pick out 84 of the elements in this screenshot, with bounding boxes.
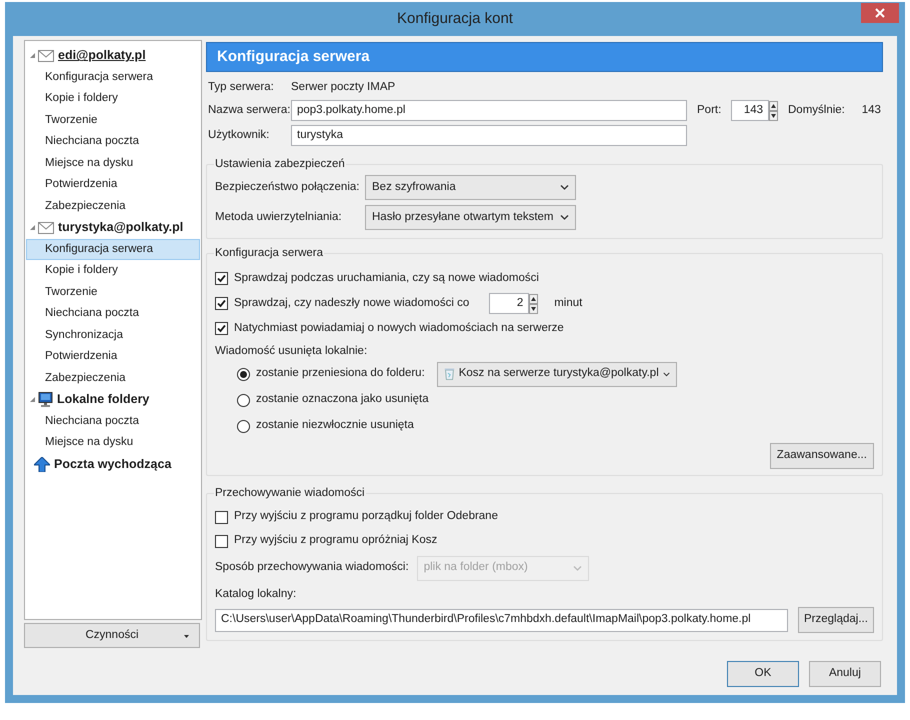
field-label: Metoda uwierzytelniania: [215,210,343,225]
browse-button[interactable]: Przeglądaj... [798,607,874,633]
account-item[interactable]: Poczta wychodząca [54,454,172,474]
sidebar-item[interactable]: Tworzenie [26,110,200,131]
spinner-icon [769,100,778,120]
caret-icon [184,635,189,638]
checkbox[interactable] [215,322,228,335]
server-name-field[interactable]: pop3.polkaty.home.pl [291,100,687,121]
checkbox[interactable] [215,272,228,285]
local-directory-field[interactable]: C:\Users\user\AppData\Roaming\Thunderbird\Profiles\c7mhbdxh.default\ImapMail\pop3.polkaty.home.pl [215,608,788,632]
group-title: Konfiguracja serwera [214,246,324,260]
field-label: Katalog lokalny: [215,587,298,602]
sidebar-item[interactable]: Potwierdzenia [26,346,200,368]
dropdown[interactable]: Hasło przesyłane otwartym tekstem [365,205,576,230]
sidebar-item[interactable]: Konfiguracja serwera [26,66,200,88]
account-item[interactable]: turystyka@polkaty.pl [58,218,184,238]
checkbox[interactable] [215,510,228,524]
account-item[interactable]: edi@polkaty.pl [58,46,146,66]
field-label: Port: [697,102,722,118]
window-title: Konfiguracja kont [397,8,513,29]
spinner-icon [529,294,538,314]
chevron-down-icon [662,370,670,378]
check-icon [217,299,226,308]
sidebar-item[interactable]: Synchronizacja [26,324,200,346]
trash-icon [444,366,455,382]
check-icon [217,274,226,283]
envelope-icon [38,222,54,234]
up-arrow-icon [34,456,50,472]
sidebar-item[interactable]: Zabezpieczenia [26,368,200,389]
field-label: Bezpieczeństwo połączenia: [215,180,360,195]
checkbox-label: Sprawdzaj, czy nadeszły nowe wiadomości co [234,296,470,311]
chevron-down-icon [572,564,582,572]
sidebar-item[interactable]: Konfiguracja serwera [26,238,200,260]
username-field[interactable]: turystyka [291,125,687,146]
field-label: Nazwa serwera: [207,102,291,118]
radio-label: zostanie niezwłocznie usunięta [256,418,414,434]
sidebar-item[interactable]: Tworzenie [26,282,200,303]
port-field[interactable]: 143 [731,100,769,121]
checkbox-label: Natychmiast powiadamiaj o nowych wiadomościach na serwerze [234,320,564,336]
field-value: Serwer poczty IMAP [291,80,396,96]
actions-button[interactable]: Czynności [24,623,200,648]
sidebar-item[interactable]: Kopie i foldery [26,88,200,110]
radio-button[interactable] [237,420,250,432]
checkbox-label: Przy wyjściu z programu porządkuj folder Odebrane [234,509,498,524]
chevron-down-icon [560,214,569,221]
dialog-button[interactable]: OK [726,661,799,687]
radio-button[interactable] [237,394,250,406]
interval-field[interactable]: 2 [489,293,530,314]
chevron-down-icon [560,184,569,191]
section-label: Wiadomość usunięta lokalnie: [215,344,368,360]
field-label: Sposób przechowywania wiadomości: [215,560,410,576]
checkbox[interactable] [215,534,228,548]
monitor-icon [38,392,53,408]
envelope-icon [38,50,54,62]
advanced-button[interactable]: Zaawansowane... [770,443,874,469]
sidebar-item[interactable]: Zabezpieczenia [26,196,200,217]
radio-label: zostanie oznaczona jako usunięta [256,392,429,408]
sidebar-item[interactable]: Miejsce na dysku [26,432,200,454]
checkbox-label: Sprawdzaj podczas uruchamiania, czy są nowe wiadomości [234,270,539,286]
sidebar-item[interactable]: Niechciana poczta [26,303,200,324]
account-item[interactable]: Lokalne foldery [57,390,150,410]
group-title: Przechowywanie wiadomości [214,486,366,500]
field-label: Domyślnie: [788,102,845,118]
dialog-button[interactable]: Anuluj [808,661,881,687]
dropdown[interactable]: Kosz na serwerze turystyka@polkaty.pl [436,362,677,386]
sidebar-item[interactable]: Potwierdzenia [26,174,200,196]
group-title: Ustawienia zabezpieczeń [214,157,346,171]
check-icon [217,324,226,333]
panel-header: Konfiguracja serwera [206,42,883,72]
checkbox[interactable] [215,297,228,310]
close-button[interactable] [861,3,899,23]
radio-button[interactable] [237,368,250,380]
unit-label: minut [554,296,582,311]
checkbox-label: Przy wyjściu z programu opróżniaj Kosz [234,533,438,548]
sidebar-item[interactable]: Kopie i foldery [26,260,200,282]
sidebar-item[interactable]: Miejsce na dysku [26,152,200,174]
radio-label: zostanie przeniesiona do folderu: [256,366,425,382]
sidebar-item[interactable]: Niechciana poczta [26,131,200,152]
field-label: Typ serwera: [207,80,275,96]
close-icon [875,8,885,18]
field-value: 143 [862,102,882,118]
field-label: Użytkownik: [207,128,270,143]
dropdown[interactable]: Bez szyfrowania [365,175,576,200]
sidebar-item[interactable]: Niechciana poczta [26,410,200,432]
